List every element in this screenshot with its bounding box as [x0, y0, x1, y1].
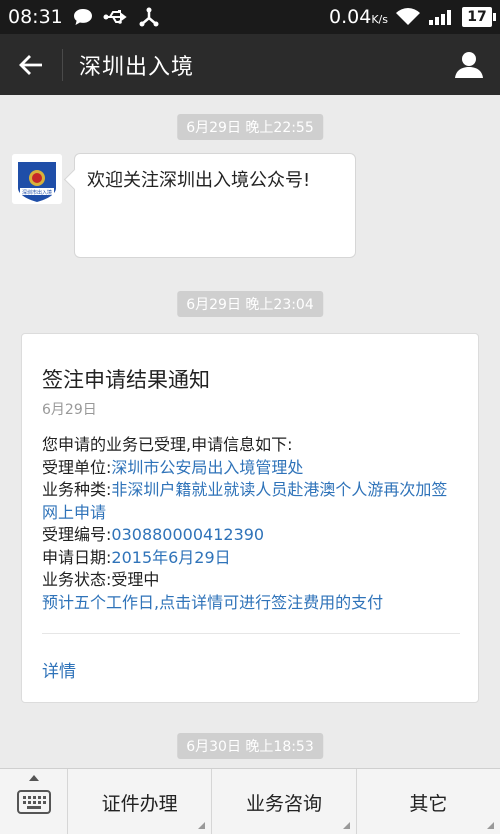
field-value: 2015年6月29日	[111, 547, 231, 567]
battery-icon: 17	[462, 7, 496, 27]
avatar-text: 深圳市出入境	[22, 189, 52, 196]
card-field-row: 受理编号:030880000412390	[42, 524, 462, 547]
message-timestamp: 6月29日 晚上23:04	[177, 291, 323, 317]
corner-triangle-icon	[342, 822, 350, 829]
field-value: 深圳市公安局出入境管理处	[111, 457, 304, 477]
field-label: 申请日期:	[42, 547, 112, 567]
card-divider	[42, 633, 460, 634]
wifi-icon	[396, 8, 420, 26]
menu-item-other[interactable]: 其它	[357, 769, 500, 834]
back-button[interactable]	[0, 34, 62, 95]
menu-item-label: 其它	[409, 792, 448, 815]
field-label: 业务种类:	[42, 480, 112, 499]
bottom-menu-bar: 证件办理 业务咨询 其它	[0, 768, 500, 834]
share-icon	[138, 7, 160, 27]
keyboard-toggle-button[interactable]	[0, 769, 68, 834]
keyboard-icon	[16, 790, 51, 814]
detail-link[interactable]: 详情	[42, 657, 76, 682]
field-label: 受理单位:	[42, 457, 112, 477]
card-field-row: 业务种类:非深圳户籍就业就读人员赴港澳个人游再次加签网上申请	[42, 479, 462, 524]
usb-icon	[103, 8, 129, 26]
message-timestamp: 6月29日 晚上22:55	[177, 114, 323, 140]
field-value: 受理中	[111, 570, 160, 589]
chat-header: 深圳出入境	[0, 34, 500, 95]
chat-title: 深圳出入境	[79, 54, 195, 80]
card-note: 预计五个工作日,点击详情可进行签注费用的支付	[42, 592, 384, 612]
field-value: 030880000412390	[111, 525, 265, 544]
corner-triangle-icon	[486, 822, 494, 829]
card-field-row: 受理单位:深圳市公安局出入境管理处	[42, 457, 462, 480]
card-field-row: 申请日期:2015年6月29日	[42, 547, 462, 570]
status-time: 08:31	[8, 6, 63, 28]
card-body: 您申请的业务已受理,申请信息如下: 受理单位:深圳市公安局出入境管理处 业务种类…	[42, 434, 462, 614]
card-title: 签注申请结果通知	[42, 368, 210, 392]
message-bubble[interactable]: 欢迎关注深圳出入境公众号!	[74, 153, 356, 258]
message-text: 欢迎关注深圳出入境公众号!	[87, 170, 311, 191]
field-label: 业务状态:	[42, 570, 112, 589]
status-bar: 08:31 0.04K/s 17	[0, 0, 500, 34]
person-icon	[455, 51, 483, 78]
caret-up-icon	[28, 775, 39, 781]
card-field-row: 业务状态:受理中	[42, 569, 462, 592]
profile-button[interactable]	[438, 34, 500, 95]
police-badge-icon: 深圳市出入境	[12, 154, 62, 204]
notification-card[interactable]: 签注申请结果通知 6月29日 您申请的业务已受理,申请信息如下: 受理单位:深圳…	[21, 333, 479, 703]
network-speed-value: 0.04	[329, 6, 372, 28]
chat-bubble-icon	[72, 7, 94, 27]
battery-level: 17	[467, 9, 487, 25]
menu-item-documents[interactable]: 证件办理	[68, 769, 213, 834]
arrow-left-icon	[19, 54, 42, 75]
card-intro: 您申请的业务已受理,申请信息如下:	[42, 435, 293, 454]
menu-item-label: 业务咨询	[245, 792, 322, 815]
menu-item-consulting[interactable]: 业务咨询	[212, 769, 357, 834]
card-date: 6月29日	[42, 402, 97, 418]
avatar[interactable]: 深圳市出入境	[12, 154, 62, 204]
network-speed: 0.04K/s	[329, 6, 388, 28]
signal-icon	[428, 8, 454, 26]
corner-triangle-icon	[198, 822, 206, 829]
field-label: 受理编号:	[42, 525, 112, 544]
menu-item-label: 证件办理	[101, 792, 178, 815]
network-speed-unit: K/s	[371, 13, 388, 26]
message-timestamp: 6月30日 晚上18:53	[177, 733, 323, 759]
